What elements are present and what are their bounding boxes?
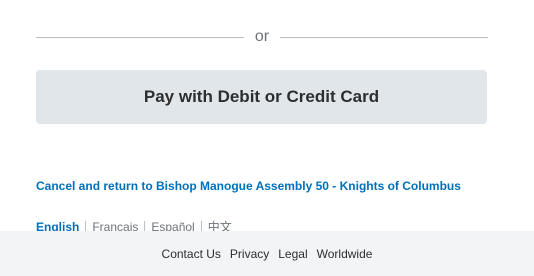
footer-link-privacy[interactable]: Privacy <box>230 247 269 261</box>
or-label: or <box>254 28 270 45</box>
divider-line-right <box>280 36 489 38</box>
or-divider: or <box>36 27 489 47</box>
footer-link-legal[interactable]: Legal <box>278 247 307 261</box>
divider-line-left <box>36 36 244 38</box>
footer-link-worldwide[interactable]: Worldwide <box>317 247 373 261</box>
pay-with-card-button[interactable]: Pay with Debit or Credit Card <box>36 70 487 124</box>
footer-link-contact-us[interactable]: Contact Us <box>162 247 221 261</box>
cancel-and-return-link[interactable]: Cancel and return to Bishop Manogue Asse… <box>36 179 461 193</box>
footer: Contact Us Privacy Legal Worldwide <box>0 231 534 276</box>
